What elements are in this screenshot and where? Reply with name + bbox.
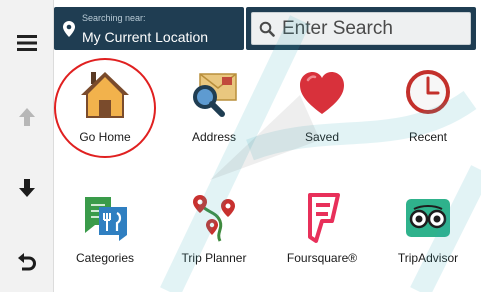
location-selector[interactable]: Searching near: My Current Location [54,7,244,50]
tile-label: Recent [408,130,448,144]
tile-recent[interactable]: Recent [378,66,478,176]
categories-icon [85,197,127,241]
menu-button[interactable] [0,18,54,68]
trip-planner-icon [193,195,235,242]
back-icon [18,253,36,271]
up-arrow-icon [19,108,35,126]
tile-saved[interactable]: Saved [272,66,372,176]
search-input[interactable]: Enter Search [251,12,471,45]
home-icon [81,72,129,118]
menu-icon [17,35,37,51]
app-screen: Searching near: My Current Location Ente… [0,0,481,292]
search-icon [259,21,275,37]
tile-address[interactable]: Address [164,66,264,176]
back-button[interactable] [0,236,54,286]
tripadvisor-icon [406,199,450,237]
scroll-up-button[interactable] [0,92,54,142]
search-bar: Enter Search [246,7,476,50]
tile-label: Trip Planner [181,251,247,265]
location-caption: Searching near: [82,13,146,23]
nav-rail [0,0,54,292]
tile-label: Address [191,130,237,144]
search-placeholder: Enter Search [282,18,393,39]
scroll-down-button[interactable] [0,163,54,213]
location-value: My Current Location [82,29,209,45]
tile-categories[interactable]: Categories [55,189,155,292]
tile-label: Saved [304,130,340,144]
clock-icon [406,70,450,114]
tile-tripadvisor[interactable]: TripAdvisor [378,189,478,292]
heart-icon [300,72,344,114]
address-icon [193,73,237,117]
tile-trip-planner[interactable]: Trip Planner [164,189,264,292]
tile-foursquare[interactable]: Foursquare® [272,189,372,292]
tile-go-home[interactable]: Go Home [55,66,155,176]
tile-label: Go Home [79,130,131,144]
down-arrow-icon [19,179,35,197]
map-pin-icon [63,21,75,37]
tile-label: TripAdvisor [397,251,459,265]
tile-label: Foursquare® [286,251,358,265]
tile-label: Categories [75,251,135,265]
foursquare-icon [308,193,340,243]
